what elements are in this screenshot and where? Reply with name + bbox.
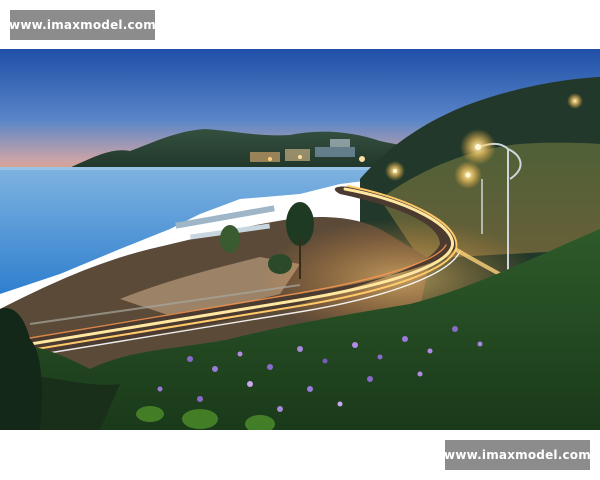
landscape-photo [0, 49, 600, 430]
watermark-bottom: www.imaxmodel.com [444, 440, 591, 470]
page: www.imaxmodel.com www.imaxmodel.com [0, 0, 600, 480]
watermark-top: www.imaxmodel.com [9, 10, 156, 40]
